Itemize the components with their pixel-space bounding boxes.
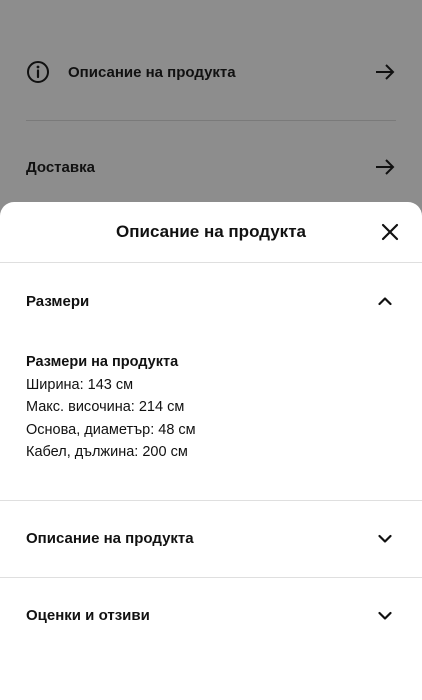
product-description-section-header[interactable]: Описание на продукта [0,501,422,577]
dimension-line: Кабел, дължина: 200 см [26,444,188,460]
chevron-down-icon [378,534,392,544]
product-description-link-label: Описание на продукта [68,63,236,81]
chevron-down-icon [378,611,392,621]
arrow-right-icon [374,156,396,178]
dimensions-section-header[interactable]: Размери [0,263,422,339]
dimension-line: Ширина: 143 см [26,376,134,393]
close-button[interactable] [378,220,402,244]
product-description-link[interactable]: Описание на продукта [26,52,396,92]
reviews-section-title: Оценки и отзиви [26,607,150,624]
reviews-section-header[interactable]: Оценки и отзиви [0,578,422,654]
sheet-header: Описание на продукта [0,202,422,263]
delivery-link-label: Доставка [26,158,95,176]
dimension-line: Макс. височина: 214 см [26,399,185,415]
product-description-section: Описание на продукта [0,501,422,578]
arrow-right-icon [374,61,396,83]
dimension-line: Основа, диаметър: 48 см [26,421,196,438]
reviews-section: Оценки и отзиви [0,578,422,654]
close-icon [381,223,399,241]
divider [26,120,396,121]
product-description-sheet: Описание на продукта Размери Размери на … [0,202,422,700]
dimensions-section: Размери Размери на продукта Ширина: 143 … [0,263,422,501]
dimensions-subtitle: Размери на продукта [26,354,179,370]
delivery-link[interactable]: Доставка [26,147,396,187]
dimensions-section-body: Размери на продукта Ширина: 143 см Макс.… [0,339,422,500]
sheet-title: Описание на продукта [116,222,306,241]
product-description-section-title: Описание на продукта [26,530,194,547]
info-icon [26,60,50,84]
dimensions-section-title: Размери [26,292,90,310]
chevron-up-icon [378,296,392,306]
